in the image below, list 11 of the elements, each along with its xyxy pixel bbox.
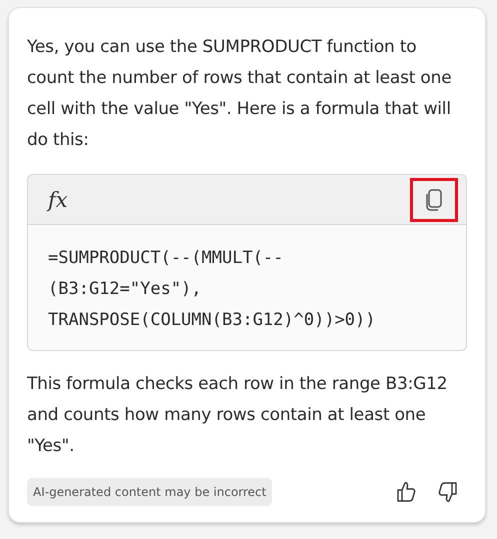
code-line: TRANSPOSE(COLUMN(B3:G12)^0))>0)) — [48, 309, 377, 332]
copy-button[interactable] — [410, 178, 458, 222]
code-line: (B3:G12="Yes"), — [48, 278, 203, 301]
thumbs-up-icon[interactable] — [395, 480, 417, 504]
thumbs-down-icon[interactable] — [437, 480, 459, 504]
function-glyph: fx — [48, 188, 68, 212]
copy-icon — [424, 188, 444, 212]
message-text: Yes, you can use the SUMPRODUCT function to count the number of rows that contain at least one cell with the value "Yes". Here is a formula that will do this: — [27, 36, 452, 152]
explanation-text: This formula checks each row in the range B3:G12 and counts how many rows contain at least one "Yes". — [27, 373, 448, 458]
code-line: =SUMPRODUCT(--(MMULT(-- — [48, 247, 284, 270]
disclaimer-badge: AI-generated content may be incorrect — [27, 478, 272, 506]
